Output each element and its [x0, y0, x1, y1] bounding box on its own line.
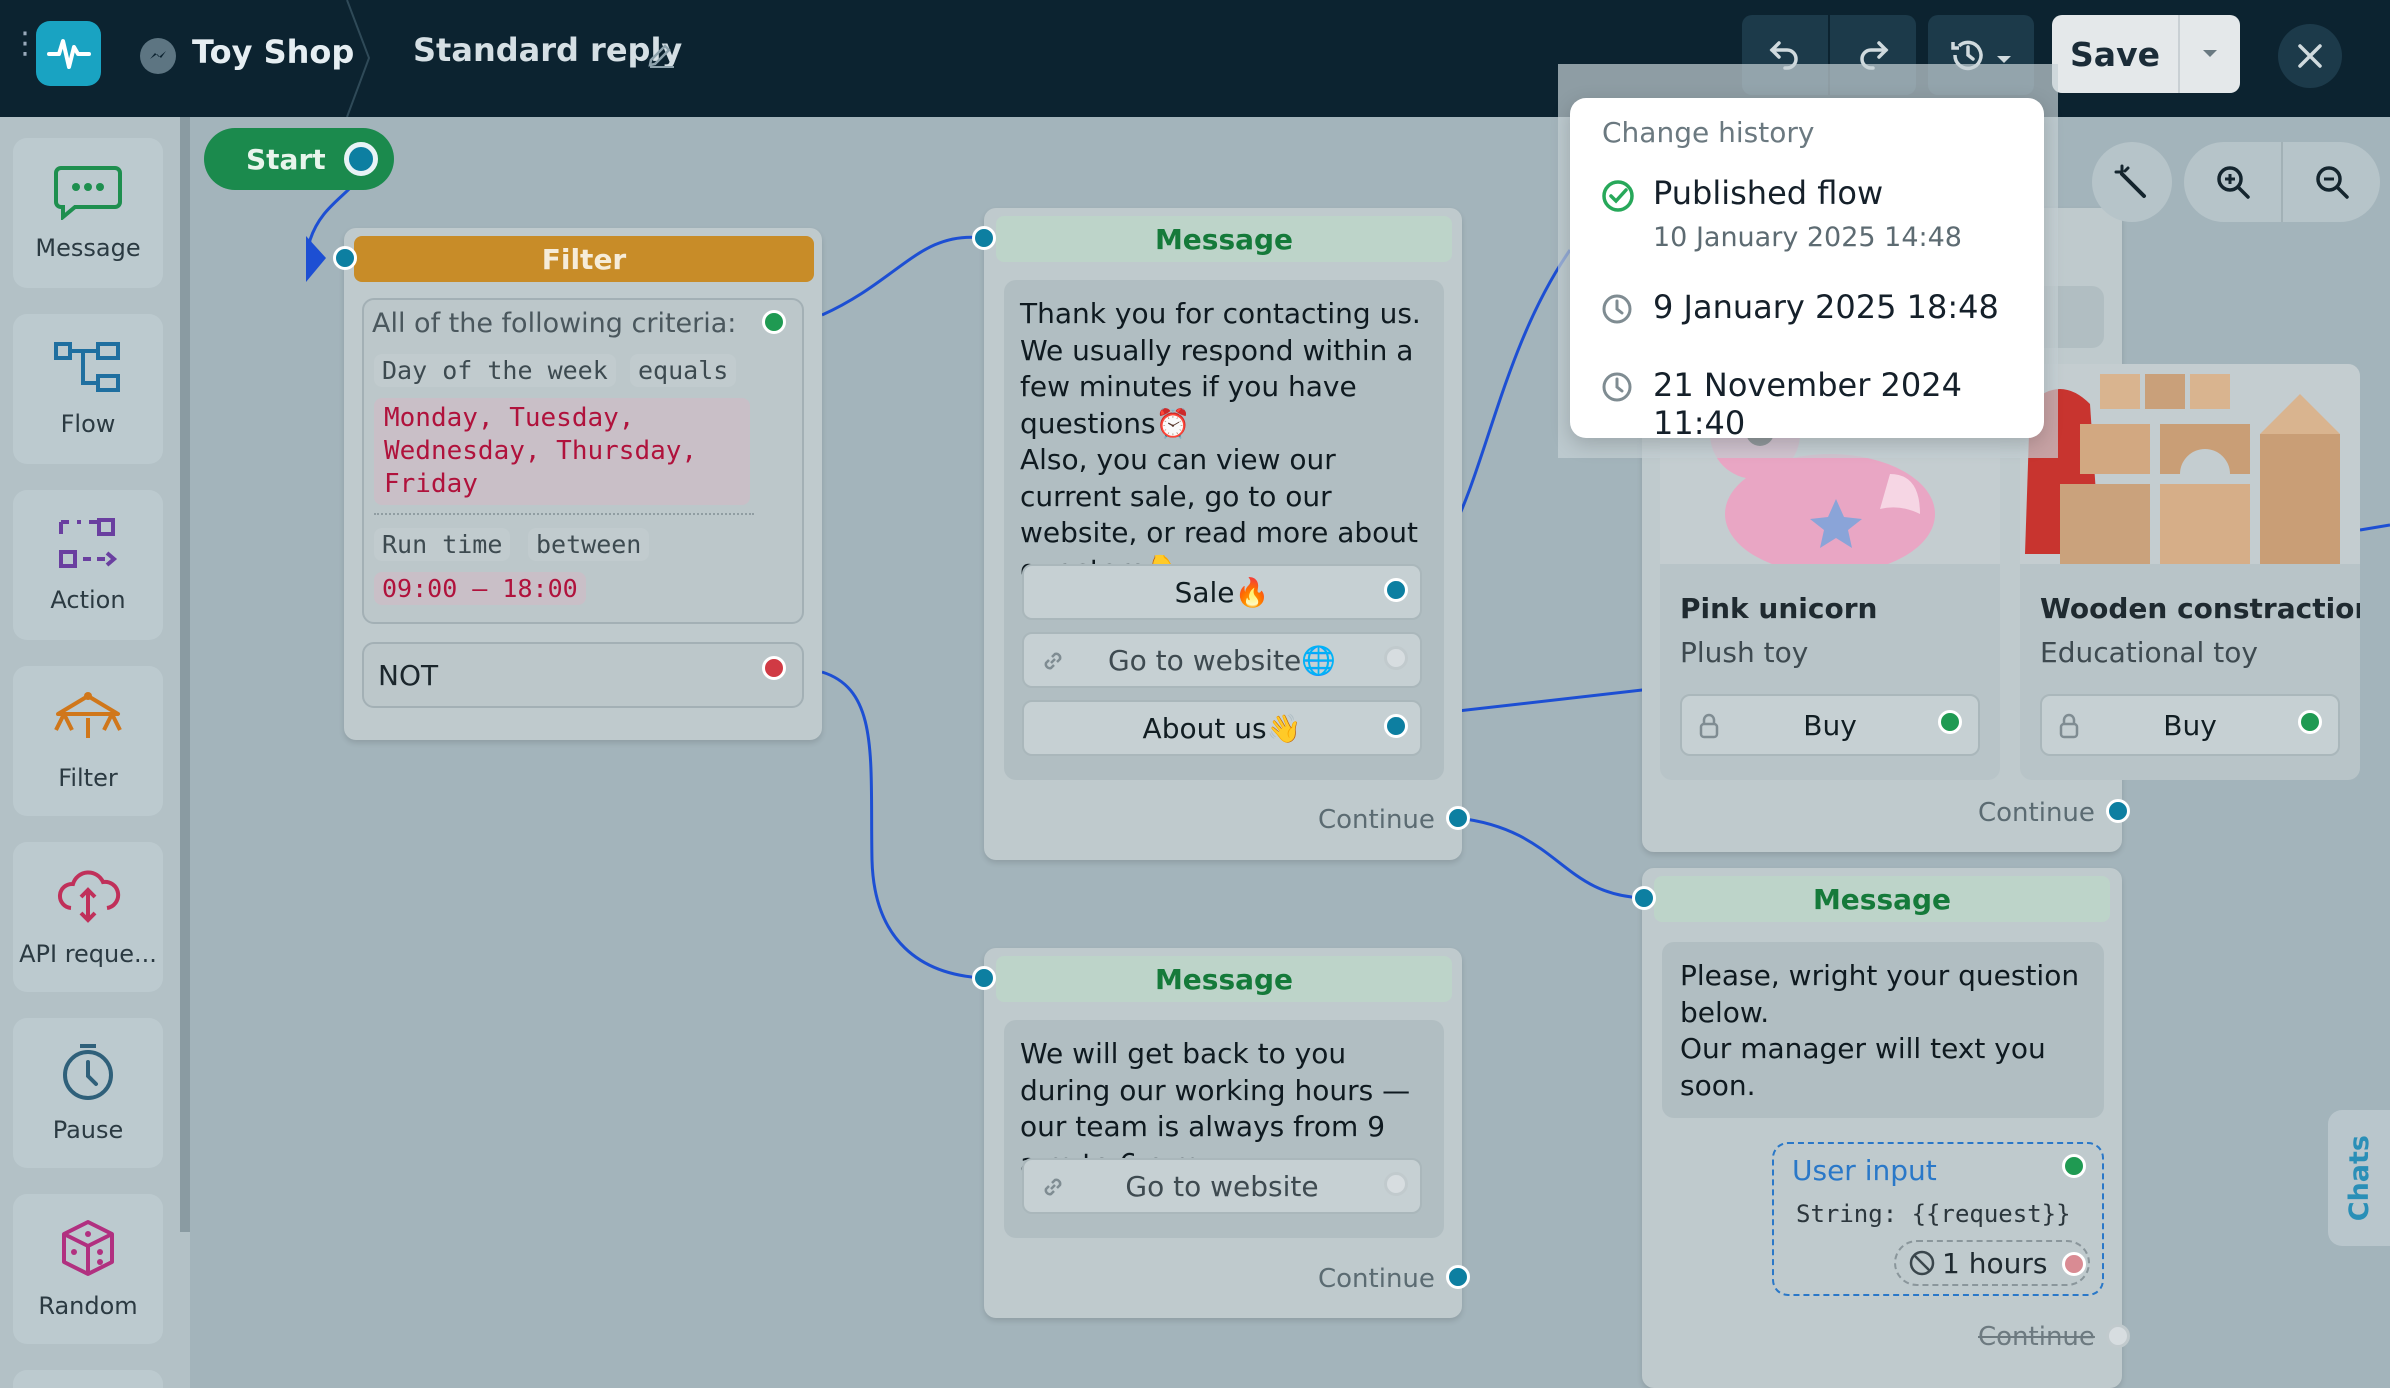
condition-value-days: Monday, Tuesday, Wednesday, Thursday, Fr…	[374, 398, 750, 505]
lock-icon	[2059, 713, 2079, 739]
not-branch[interactable]: NOT	[362, 642, 804, 708]
message-input-port[interactable]	[972, 966, 996, 990]
chats-tab[interactable]: Chats	[2328, 1110, 2390, 1246]
filter-input-port[interactable]	[333, 246, 357, 270]
start-label: Start	[246, 142, 326, 176]
button-port[interactable]	[1384, 578, 1408, 602]
button-label: Sale🔥	[1174, 575, 1270, 609]
gallery-buy-button[interactable]: Buy	[1680, 694, 1980, 756]
continue-port[interactable]	[1446, 806, 1470, 830]
popup-title: Change history	[1602, 116, 1815, 149]
button-label: Buy	[2163, 708, 2217, 742]
gallery-item-title: Pink unicorn	[1680, 592, 1878, 625]
message-node-title: Message	[1654, 876, 2110, 922]
button-port[interactable]	[1384, 1172, 1408, 1196]
continue-label: Continue	[1978, 798, 2095, 828]
user-input-port[interactable]	[2062, 1154, 2086, 1178]
chats-label: Chats	[2343, 1134, 2375, 1222]
gallery-item-subtitle: Plush toy	[1680, 636, 1809, 669]
zoom-out-icon	[2315, 166, 2349, 199]
change-history-popup: Change history Published flow 10 January…	[1570, 98, 2044, 442]
button-label: About us👋	[1142, 711, 1302, 745]
gallery-buy-button[interactable]: Buy	[2040, 694, 2340, 756]
criteria-true-port[interactable]	[762, 310, 786, 334]
message-button-website[interactable]: Go to website🌐	[1022, 632, 1422, 688]
continue-port[interactable]	[2106, 799, 2130, 823]
condition-value-time: 09:00 — 18:00	[374, 572, 586, 605]
wooden-blocks-image	[2020, 364, 2360, 564]
history-item-label: 9 January 2025 18:48	[1653, 288, 1999, 326]
clock-icon	[1602, 372, 1632, 402]
user-input-title: User input	[1792, 1154, 1937, 1187]
zoom-in-button[interactable]	[2184, 142, 2283, 222]
history-item-label: Published flow	[1653, 174, 1884, 212]
criteria-title: All of the following criteria:	[372, 308, 737, 339]
gallery-item-subtitle: Educational toy	[2040, 636, 2258, 669]
gallery-item-title: Wooden constraction	[2040, 592, 2360, 625]
history-item-date: 10 January 2025 14:48	[1653, 222, 1962, 253]
no-entry-icon	[1909, 1250, 1935, 1276]
message-button-sale[interactable]: Sale🔥	[1022, 564, 1422, 620]
gallery-card-wooden[interactable]: Wooden constraction Educational toy Buy	[2020, 364, 2360, 780]
button-label: Buy	[1803, 708, 1857, 742]
not-branch-port[interactable]	[762, 656, 786, 680]
condition-divider	[374, 513, 754, 515]
button-port[interactable]	[2298, 710, 2322, 734]
continue-port[interactable]	[1446, 1265, 1470, 1289]
not-label: NOT	[378, 658, 439, 692]
condition-field: Run time	[374, 528, 511, 561]
message-button-website[interactable]: Go to website	[1022, 1158, 1422, 1214]
auto-arrange-button[interactable]	[2092, 142, 2172, 222]
timeout-label: 1 hours	[1942, 1246, 2048, 1280]
continue-label: Continue	[1978, 1322, 2095, 1352]
lock-icon	[1699, 713, 1719, 739]
message-text: Please, wright your question below. Our …	[1680, 959, 2080, 1102]
button-label: Go to website🌐	[1107, 643, 1337, 677]
button-port[interactable]	[1384, 646, 1408, 670]
timeout-port[interactable]	[2062, 1252, 2086, 1276]
button-port[interactable]	[1938, 710, 1962, 734]
clock-icon	[1602, 294, 1632, 324]
zoom-in-icon	[2216, 166, 2250, 199]
history-item-label: 21 November 2024 11:40	[1653, 366, 1962, 442]
start-output-port[interactable]	[344, 142, 378, 176]
continue-port[interactable]	[2106, 1324, 2130, 1348]
continue-label: Continue	[1318, 1264, 1435, 1294]
message-input-port[interactable]	[1632, 886, 1656, 910]
message-input-port[interactable]	[972, 226, 996, 250]
message-node-title: Message	[996, 216, 1452, 262]
zoom-controls	[2184, 142, 2380, 222]
magic-wand-icon	[2114, 164, 2146, 198]
zoom-out-button[interactable]	[2283, 142, 2380, 222]
filter-node-title: Filter	[354, 236, 814, 282]
button-port[interactable]	[1384, 714, 1408, 738]
button-label: Go to website	[1125, 1169, 1319, 1203]
message-text: Thank you for contacting us. We usually …	[1020, 297, 1421, 586]
condition-operator: equals	[630, 354, 737, 387]
condition-operator: between	[528, 528, 650, 561]
link-icon	[1044, 652, 1062, 670]
message-button-about[interactable]: About us👋	[1022, 700, 1422, 756]
message-node-title: Message	[996, 956, 1452, 1002]
timeout-badge[interactable]: 1 hours	[1894, 1240, 2090, 1286]
published-check-icon	[1602, 180, 1634, 212]
condition-field: Day of the week	[374, 354, 616, 387]
continue-label: Continue	[1318, 805, 1435, 835]
user-input-type: String: {{request}}	[1796, 1200, 2071, 1228]
link-icon	[1044, 1178, 1062, 1196]
